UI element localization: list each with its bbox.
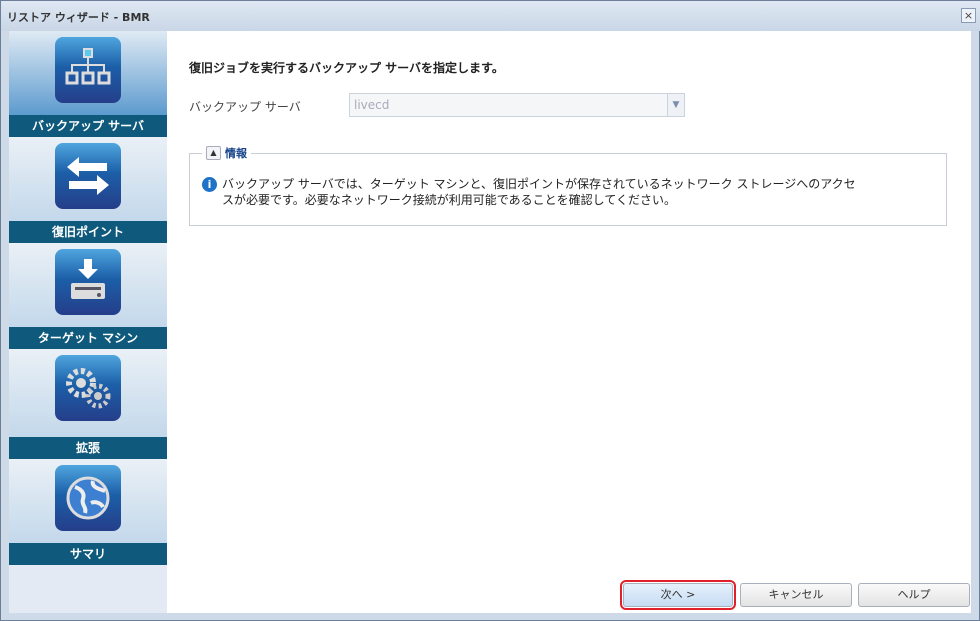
target-drive-icon (55, 249, 121, 315)
server-tree-icon (55, 37, 121, 103)
step-backup-server[interactable]: バックアップ サーバ (9, 31, 167, 137)
info-title: 情報 (225, 147, 247, 160)
gears-icon (55, 355, 121, 421)
step-label: 拡張 (9, 437, 167, 459)
collapse-toggle[interactable]: ▲ (206, 146, 221, 160)
step-advanced[interactable]: 拡張 (9, 349, 167, 459)
backup-server-label: バックアップ サーバ (189, 100, 301, 114)
cancel-button[interactable]: キャンセル (740, 583, 852, 607)
wizard-steps: バックアップ サーバ 復旧ポイント ターゲット マシン 拡張 サマリ (9, 31, 167, 613)
step-label: バックアップ サーバ (9, 115, 167, 137)
arrows-exchange-icon (55, 143, 121, 209)
chevron-down-icon[interactable]: ▼ (667, 93, 685, 117)
step-label: ターゲット マシン (9, 327, 167, 349)
step-recovery-point[interactable]: 復旧ポイント (9, 137, 167, 243)
help-button[interactable]: ヘルプ (858, 583, 970, 607)
step-target-machine[interactable]: ターゲット マシン (9, 243, 167, 349)
step-label: 復旧ポイント (9, 221, 167, 243)
next-button[interactable]: 次へ > (620, 580, 736, 610)
title-bar: リストア ウィザード - BMR × (1, 1, 980, 31)
window-title: リストア ウィザード - BMR (7, 11, 150, 24)
close-icon[interactable]: × (961, 8, 976, 23)
backup-server-value: livecd (354, 98, 390, 112)
wizard-content: 復旧ジョブを実行するバックアップ サーバを指定します。 バックアップ サーバ l… (167, 31, 971, 613)
info-legend: ▲ 情報 (202, 145, 251, 161)
globe-icon (55, 465, 121, 531)
backup-server-select[interactable]: livecd ▼ (349, 93, 685, 117)
info-text: バックアップ サーバでは、ターゲット マシンと、復旧ポイントが保存されているネッ… (222, 177, 856, 207)
info-icon: i (202, 177, 217, 192)
step-summary[interactable]: サマリ (9, 459, 167, 565)
info-panel: ▲ 情報 i バックアップ サーバでは、ターゲット マシンと、復旧ポイントが保存… (189, 145, 947, 226)
page-heading: 復旧ジョブを実行するバックアップ サーバを指定します。 (189, 61, 504, 75)
step-label: サマリ (9, 543, 167, 565)
